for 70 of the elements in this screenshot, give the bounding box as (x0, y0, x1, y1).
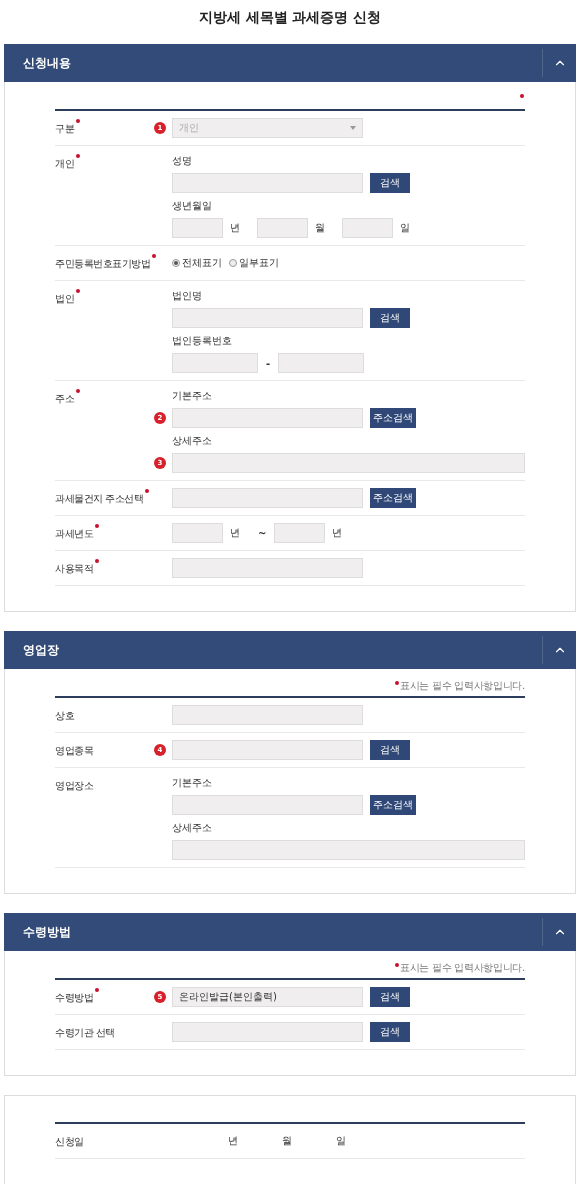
field-label: 주민등록번호표기방법 (55, 257, 150, 270)
text-field[interactable] (172, 795, 363, 815)
year-field[interactable] (274, 523, 326, 543)
date-unit: 일 (400, 221, 410, 235)
page-title: 지방세 세목별 과세증명 신청 (197, 8, 383, 27)
radio-option[interactable]: 일부표기 (229, 256, 279, 270)
field-label: 영업종목 (55, 744, 93, 757)
field-label: 주소 (55, 392, 74, 405)
radio-icon[interactable] (229, 259, 237, 267)
panel-title: 영업장 (22, 641, 59, 659)
text-field[interactable] (172, 740, 363, 760)
field-label: 과세년도 (55, 527, 93, 540)
search-button[interactable]: 검색 (370, 987, 410, 1007)
panel-title: 수령방법 (22, 923, 71, 941)
date-field[interactable] (342, 218, 393, 238)
date-unit: 년 (228, 1134, 238, 1148)
required-note: 표시는 필수 입력사항입니다. (399, 961, 525, 975)
date-unit: 일 (336, 1134, 346, 1148)
date-field[interactable] (172, 218, 223, 238)
field-caption: 법인명 (172, 289, 203, 303)
text-field[interactable] (172, 353, 258, 373)
panel-title: 신청내용 (22, 54, 71, 72)
text-field[interactable] (172, 840, 525, 860)
field-label: 사용목적 (55, 562, 93, 575)
date-unit: 년 (230, 526, 240, 540)
year-field[interactable] (172, 523, 223, 543)
date-field[interactable] (257, 218, 308, 238)
field-label: 과세물건지 주소선택 (55, 492, 144, 505)
field-caption: 상세주소 (172, 434, 213, 448)
field-label: 수령기관 선택 (55, 1026, 115, 1039)
field-label: 영업장소 (55, 779, 93, 792)
text-field[interactable] (172, 1022, 363, 1042)
search-button[interactable]: 검색 (370, 740, 410, 760)
radio-icon[interactable] (172, 259, 180, 267)
field-label: 구분 (55, 122, 74, 135)
search-button[interactable]: 주소검색 (370, 408, 416, 428)
text-field[interactable] (172, 453, 525, 473)
text-field[interactable] (172, 408, 363, 428)
text-field[interactable] (172, 173, 363, 193)
date-unit: 년 (230, 221, 240, 235)
separator-text: ~ (258, 527, 267, 539)
separator-text: - (266, 357, 271, 369)
field-caption: 기본주소 (172, 776, 213, 790)
date-unit: 년 (332, 526, 343, 540)
text-field[interactable] (172, 488, 363, 508)
search-button[interactable]: 주소검색 (370, 795, 416, 815)
field-caption: 생년월일 (172, 199, 213, 213)
field-caption: 기본주소 (172, 389, 213, 403)
required-note: 표시는 필수 입력사항입니다. (399, 679, 525, 693)
date-unit: 월 (315, 221, 325, 235)
field-label: 수령방법 (55, 991, 93, 1004)
search-button[interactable]: 검색 (370, 308, 410, 328)
search-button[interactable]: 검색 (370, 173, 410, 193)
text-field[interactable]: 온라인발급(본인출력) (172, 987, 363, 1007)
search-button[interactable]: 주소검색 (370, 488, 416, 508)
text-field[interactable] (172, 705, 363, 725)
field-caption: 성명 (172, 154, 193, 168)
field-label: 개인 (55, 157, 74, 170)
date-unit: 월 (282, 1134, 292, 1148)
field-caption: 법인등록번호 (172, 334, 233, 348)
field-label: 상호 (55, 709, 74, 722)
field-label: 법인 (55, 292, 74, 305)
search-button[interactable]: 검색 (370, 1022, 410, 1042)
radio-option[interactable]: 전체표기 (172, 256, 222, 270)
text-field[interactable] (278, 353, 365, 373)
text-field[interactable] (172, 558, 363, 578)
field-caption: 상세주소 (172, 821, 213, 835)
text-field[interactable] (172, 308, 363, 328)
field-label: 신청일 (55, 1135, 84, 1148)
caret-icon (350, 126, 356, 130)
